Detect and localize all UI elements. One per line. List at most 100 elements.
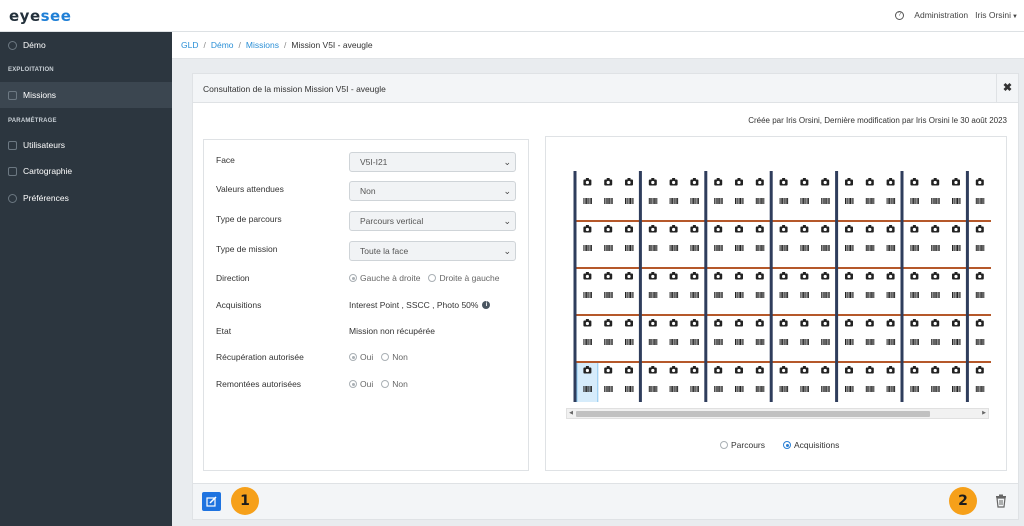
- barcode-icon: [802, 339, 804, 345]
- user-menu[interactable]: Iris Orsini▼: [975, 10, 1018, 20]
- face-grid[interactable]: [546, 137, 1006, 402]
- camera-icon: [782, 368, 786, 373]
- barcode-icon: [652, 245, 654, 251]
- camera-icon: [737, 178, 741, 180]
- barcode-icon: [851, 339, 853, 345]
- barcode-icon: [826, 198, 828, 204]
- barcode-icon: [735, 292, 736, 298]
- barcode-icon: [627, 245, 629, 251]
- sidebar-item-preferences[interactable]: Préférences: [0, 185, 172, 211]
- barcode-icon: [845, 386, 846, 392]
- info-icon[interactable]: i: [482, 301, 491, 309]
- barcode-icon: [868, 386, 870, 392]
- camera-icon: [954, 274, 958, 279]
- breadcrumb-gld[interactable]: GLD: [181, 40, 198, 50]
- barcode-icon: [936, 198, 938, 204]
- camera-icon: [672, 319, 676, 321]
- barcode-icon: [631, 339, 633, 345]
- camera-icon: [823, 272, 827, 274]
- barcode-icon: [695, 245, 697, 251]
- barcode-icon: [585, 245, 587, 251]
- barcode-icon: [893, 386, 894, 392]
- barcode-icon: [869, 386, 871, 392]
- barcode-icon: [715, 339, 717, 345]
- barcode-icon: [589, 386, 591, 392]
- breadcrumb-demo[interactable]: Démo: [211, 40, 234, 50]
- sidebar-item-missions[interactable]: Missions: [0, 82, 172, 108]
- barcode-icon: [585, 292, 587, 298]
- barcode-icon: [631, 386, 633, 392]
- barcode-icon: [915, 386, 917, 392]
- camera-icon: [933, 227, 937, 232]
- barcode-icon: [697, 198, 699, 204]
- camera-icon: [716, 321, 720, 326]
- direction-radio-droite[interactable]: [428, 274, 437, 282]
- barcode-icon: [671, 198, 672, 204]
- barcode-icon: [979, 386, 981, 392]
- barcode-icon: [648, 198, 650, 204]
- type-parcours-select[interactable]: Parcours vertical ⌄: [349, 211, 516, 231]
- barcode-icon: [676, 339, 677, 345]
- barcode-icon: [886, 198, 888, 204]
- recuperation-radio-oui[interactable]: [349, 353, 357, 361]
- barcode-icon: [760, 245, 762, 251]
- scroll-left-icon[interactable]: ◀: [567, 409, 575, 418]
- remontees-radio-oui[interactable]: [349, 380, 357, 388]
- camera-icon: [912, 272, 916, 274]
- camera-icon: [782, 225, 786, 227]
- barcode-icon: [763, 386, 765, 392]
- camera-icon: [782, 366, 786, 368]
- camera-icon: [606, 178, 610, 180]
- sidebar-item-users[interactable]: Utilisateurs: [0, 132, 172, 158]
- barcode-icon: [696, 198, 698, 204]
- barcode-icon: [583, 339, 585, 345]
- app-logo[interactable]: eyesee: [9, 7, 71, 25]
- sidebar-item-cartographie[interactable]: Cartographie: [0, 158, 172, 184]
- edit-button[interactable]: [202, 492, 221, 511]
- barcode-icon: [849, 245, 850, 251]
- card-footer: 1 2: [193, 483, 1018, 519]
- barcode-icon: [912, 198, 914, 204]
- recuperation-radio-non[interactable]: [381, 353, 390, 361]
- barcode-icon: [805, 386, 807, 392]
- barcode-icon: [758, 292, 760, 298]
- valeurs-attendues-select[interactable]: Non ⌄: [349, 181, 516, 201]
- barcode-icon: [737, 386, 739, 392]
- barcode-icon: [952, 339, 953, 345]
- camera-icon: [692, 319, 696, 321]
- breadcrumb-missions[interactable]: Missions: [246, 40, 279, 50]
- horizontal-scrollbar[interactable]: ◀ ▶: [566, 408, 989, 419]
- view-radio-acquisitions[interactable]: [783, 441, 792, 449]
- sidebar-item-demo[interactable]: Démo: [0, 32, 172, 58]
- direction-radio-gauche[interactable]: [349, 274, 357, 282]
- question-circle-icon[interactable]: ?: [895, 10, 905, 20]
- camera-icon: [889, 178, 893, 180]
- view-radio-parcours[interactable]: [720, 441, 728, 449]
- barcode-icon: [867, 245, 868, 251]
- camera-icon: [823, 227, 827, 232]
- camera-icon: [627, 368, 631, 373]
- barcode-icon: [735, 339, 736, 345]
- barcode-icon: [719, 292, 721, 298]
- barcode-icon: [806, 245, 808, 251]
- camera-icon: [692, 321, 696, 326]
- camera-icon: [889, 321, 893, 326]
- barcode-icon: [851, 386, 853, 392]
- type-mission-select[interactable]: Toute la face ⌄: [349, 241, 516, 261]
- barcode-icon: [932, 339, 934, 345]
- barcode-icon: [894, 292, 896, 298]
- barcode-icon: [627, 386, 629, 392]
- barcode-icon: [653, 339, 655, 345]
- barcode-icon: [916, 245, 918, 251]
- face-select[interactable]: V5I-I21 ⌄: [349, 152, 516, 172]
- camera-icon: [954, 227, 958, 232]
- scroll-right-icon[interactable]: ▶: [980, 409, 988, 418]
- barcode-icon: [590, 339, 592, 345]
- barcode-icon: [653, 386, 655, 392]
- trash-icon[interactable]: [994, 494, 1008, 508]
- scroll-thumb[interactable]: [576, 411, 930, 417]
- barcode-icon: [608, 245, 609, 251]
- administration-link[interactable]: Administration: [914, 10, 968, 20]
- close-button[interactable]: ✖: [996, 74, 1018, 103]
- remontees-radio-non[interactable]: [381, 380, 390, 388]
